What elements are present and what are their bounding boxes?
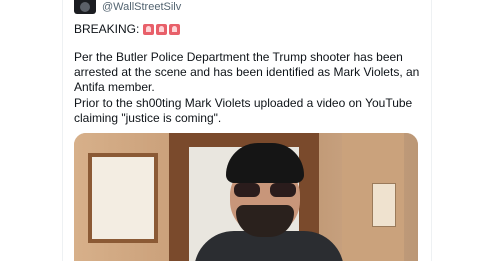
- person-sunglasses: [234, 183, 296, 197]
- tweet-paragraph-2: Prior to the sh00ting Mark Violets uploa…: [74, 96, 413, 125]
- breaking-line: BREAKING:: [74, 22, 444, 37]
- tweet-header: @WallStreetSilv: [74, 0, 181, 14]
- avatar[interactable]: [74, 0, 96, 14]
- siren-icon: [143, 24, 155, 35]
- card-border-right: [431, 0, 432, 261]
- sunglasses-lens-right: [270, 183, 296, 197]
- person-beanie: [226, 143, 304, 183]
- siren-emoji-group: [143, 24, 181, 35]
- siren-icon: [156, 24, 168, 35]
- author-handle[interactable]: @WallStreetSilv: [102, 1, 181, 13]
- breaking-label: BREAKING:: [74, 22, 140, 36]
- tweet-media-video[interactable]: [74, 133, 418, 261]
- tweet-paragraph-1: Per the Butler Police Department the Tru…: [74, 50, 420, 94]
- siren-icon: [169, 24, 181, 35]
- sunglasses-lens-left: [234, 183, 260, 197]
- avatar-icon: [80, 2, 90, 12]
- media-window-frame: [88, 153, 158, 243]
- media-person: [194, 143, 344, 261]
- card-border-left: [62, 0, 63, 261]
- media-poster: [372, 183, 396, 227]
